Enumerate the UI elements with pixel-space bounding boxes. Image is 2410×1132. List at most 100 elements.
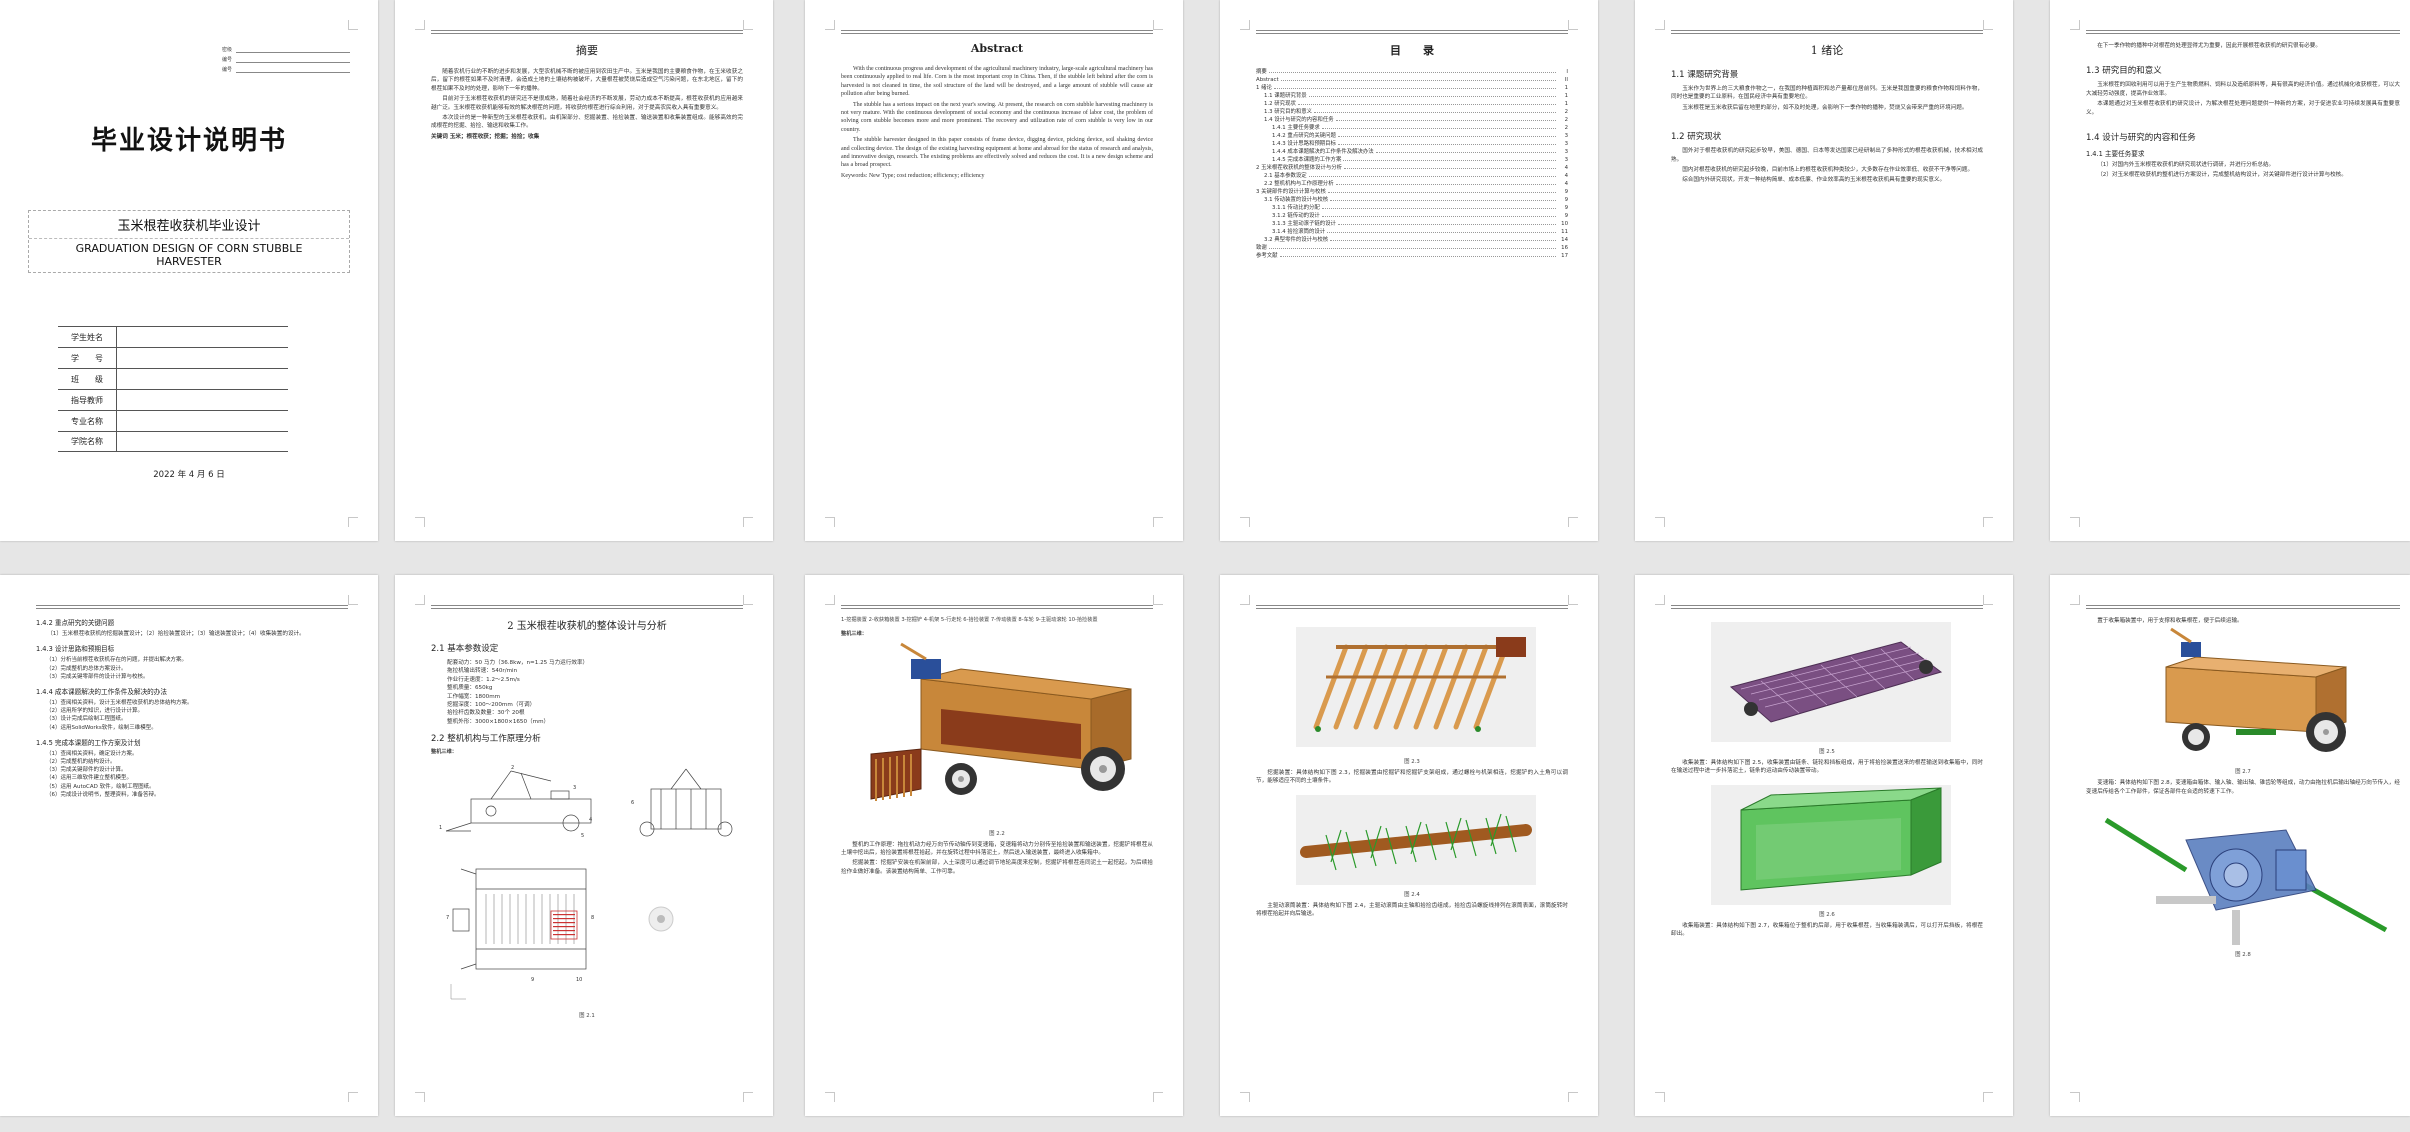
toc-entry[interactable]: 1.4 设计与研究的内容和任务 2 xyxy=(1256,116,1568,124)
toc-entry-label: 1.4 设计与研究的内容和任务 xyxy=(1264,117,1334,123)
page-abstract-cn: 摘要 随着农机行业的不断的进步和发展，大型农机械不断的被应用到农田生产中。玉米是… xyxy=(395,0,773,541)
collection-assembly-figure xyxy=(2165,628,2347,753)
p10-para: 主驱动滚筒装置：具体结构如下图 2.4，主驱动滚筒由主轴和拾捡齿组成，拾捡齿沿螺… xyxy=(1256,902,1568,918)
toc-leader-dots xyxy=(1321,124,1556,129)
toc-entry[interactable]: 2 玉米根茬收获机的整体设计与分析 4 xyxy=(1256,164,1568,172)
toc-entry[interactable]: 1.3 研究目的和意义 2 xyxy=(1256,108,1568,116)
label-3: 3 xyxy=(573,785,576,791)
toc-entry[interactable]: 3.1.1 传动比的分配 9 xyxy=(1256,204,1568,212)
cover-subtitle-en: GRADUATION DESIGN OF CORN STUBBLE HARVES… xyxy=(75,242,303,268)
p10-fig-caption-2: 图 2.4 xyxy=(1404,891,1420,898)
p6-para: 在下一季作物的播种中对根茬的处理显得尤为重要，因此开展根茬收获机的研究很有必要。 xyxy=(2097,43,2321,49)
p8-fig-label: 整机三维： xyxy=(431,749,457,756)
toc-entry[interactable]: 1.2 研究现状 1 xyxy=(1256,100,1568,108)
toc-entry[interactable]: 1.4.3 设计思路和预期目标 3 xyxy=(1256,140,1568,148)
page-overall-design: 2 玉米根茬收获机的整体设计与分析 2.1 基本参数设定 配套动力：50 马力（… xyxy=(395,575,773,1116)
toc-entry-label: 1.4.3 设计思路和预期目标 xyxy=(1272,141,1336,147)
toc-entry[interactable]: Abstract II xyxy=(1256,76,1568,84)
toc-entry-page: 1 xyxy=(1564,101,1568,107)
toc-entry-page: 9 xyxy=(1564,213,1568,219)
toc-leader-dots xyxy=(1321,212,1556,217)
p7-h145: 1.4.5 完成本课题的工作方案及计划 xyxy=(36,738,141,747)
drive-roller-figure xyxy=(1296,794,1536,885)
toc-entry-page: 11 xyxy=(1561,229,1568,235)
toc-entry-label: 3.1.3 主驱动滚子链的设计 xyxy=(1272,221,1336,227)
page-components-1: 图 2.3 挖掘装置：具体结构如下图 2.3，挖掘装置由挖掘铲和挖掘铲支架组成，… xyxy=(1220,575,1598,1116)
label-5: 5 xyxy=(581,833,584,839)
page-key-problems: 1.4.2 重点研究的关键问题 （1）玉米根茬收获机的挖掘装置设计；（2）拾捡装… xyxy=(0,575,378,1116)
toc-entry-label: 1.4.1 主要任务要求 xyxy=(1272,125,1320,131)
intro-para: 玉米作为世界上的三大粮食作物之一，在我国的种植面积和总产量都位居前列。玉米是我国… xyxy=(1671,86,1983,101)
abstract-cn-keywords: 关键词 玉米；根茬收获；挖掘；拾捡；收集 xyxy=(431,133,540,140)
toc-entry-page: 4 xyxy=(1564,173,1568,179)
p8-spec: 作业行走速度：1.2～2.5m/s xyxy=(447,676,520,683)
page-components-3: 置于收集箱装置中，用于支撑和收集根茬，便于后续运输。 图 2.7 变速箱：具体结… xyxy=(2050,575,2410,1116)
toc-entry-page: II xyxy=(1564,77,1568,83)
toc-entry[interactable]: 3.1.4 拾捡滚筒的设计 11 xyxy=(1256,228,1568,236)
p12-fig-caption-1: 图 2.7 xyxy=(2235,769,2251,776)
toc-entry-page: 3 xyxy=(1564,157,1568,163)
toc-leader-dots xyxy=(1268,68,1556,73)
cover-date: 2022 年 4 月 6 日 xyxy=(153,470,225,480)
toc-entry-page: 3 xyxy=(1564,149,1568,155)
p9-para: 挖掘装置：挖掘铲安装在机架前部，入土深度可以通过调节地轮高度来控制，挖掘铲将根茬… xyxy=(841,860,1153,875)
toc-entry-label: 3.1.4 拾捡滚筒的设计 xyxy=(1272,229,1326,235)
toc-entry[interactable]: 3.1 传动装置的设计与校核 9 xyxy=(1256,196,1568,204)
toc-entry[interactable]: 摘要 I xyxy=(1256,68,1568,76)
toc-leader-dots xyxy=(1279,252,1556,257)
toc-entry[interactable]: 2.2 整机机构与工作原理分析 4 xyxy=(1256,180,1568,188)
toc-leader-dots xyxy=(1337,140,1556,145)
toc-leader-dots xyxy=(1335,180,1556,185)
toc-entry-label: 3.1.2 链传动的设计 xyxy=(1272,213,1320,219)
toc-entry-page: 4 xyxy=(1564,165,1568,171)
toc-entry[interactable]: 1.4.1 主要任务要求 2 xyxy=(1256,124,1568,132)
toc-entry[interactable]: 1.4.4 成本课题解决的工作条件及解决办法 3 xyxy=(1256,148,1568,156)
toc-entry[interactable]: 3.1.3 主驱动滚子链的设计 10 xyxy=(1256,220,1568,228)
toc-entry[interactable]: 1 绪论 1 xyxy=(1256,84,1568,92)
p6-s13: 1.3 研究目的和意义 xyxy=(2086,66,2162,77)
page-components-2: 图 2.5 收集装置：具体结构如下图 2.5，收集装置由链条、链轮和挡板组成，用… xyxy=(1635,575,2013,1116)
cover-field-row: 学 号 xyxy=(58,347,288,369)
p7-list-item: （4）运用三维软件建立整机模型。 xyxy=(46,775,133,782)
intro-s12: 1.2 研究现状 xyxy=(1671,132,1722,143)
toc-leader-dots xyxy=(1327,228,1556,233)
toc-entry[interactable]: 1.4.5 完成本课题的工作方案 3 xyxy=(1256,156,1568,164)
p7-list-item: （1）查阅相关资料，设计玉米根茬收获机的总体结构方案。 xyxy=(46,700,193,707)
label-10: 10 xyxy=(576,977,582,983)
toc-entry[interactable]: 3.1.2 链传动的设计 9 xyxy=(1256,212,1568,220)
cover-field-row: 专业名称 xyxy=(58,410,288,432)
toc-entry-page: 9 xyxy=(1564,205,1568,211)
digging-device-figure xyxy=(1296,627,1536,747)
toc-entry[interactable]: 1.4.2 重点研究的关键问题 3 xyxy=(1256,132,1568,140)
toc-entry[interactable]: 参考文献 17 xyxy=(1256,252,1568,260)
cover-field-row: 指导教师 xyxy=(58,389,288,411)
p8-spec: 工作幅宽：1800mm xyxy=(447,693,501,700)
cover-field-row: 学生姓名 xyxy=(58,326,288,348)
toc-leader-dots xyxy=(1327,188,1556,193)
toc-entry-label: 1.3 研究目的和意义 xyxy=(1264,109,1313,115)
toc-entry[interactable]: 3 关键部件的设计计算与校核 9 xyxy=(1256,188,1568,196)
toc-entry-label: 1.1 课题研究背景 xyxy=(1264,93,1307,99)
cover-subtitle-cn: 玉米根茬收获机毕业设计 xyxy=(29,215,349,239)
cover-subtitle-box: 玉米根茬收获机毕业设计 GRADUATION DESIGN OF CORN ST… xyxy=(28,210,350,273)
toc-entry-page: 2 xyxy=(1564,125,1568,131)
toc-entry-label: 摘要 xyxy=(1256,69,1267,75)
label-2: 2 xyxy=(511,765,514,771)
p7-list-item: （6）完成设计说明书，整理资料，准备答辩。 xyxy=(46,791,160,798)
p8-title: 2 玉米根茬收获机的整体设计与分析 xyxy=(507,621,667,632)
p7-list-item: （4）运用SolidWorks软件，绘制三维模型。 xyxy=(46,724,157,731)
crop-mark xyxy=(348,517,358,527)
label-1: 1 xyxy=(439,825,442,831)
toc-entry[interactable]: 2.1 基本参数设定 4 xyxy=(1256,172,1568,180)
toc-entry[interactable]: 致谢 16 xyxy=(1256,244,1568,252)
toc-entry-label: 3.1.1 传动比的分配 xyxy=(1272,205,1320,211)
toc-entry-page: 14 xyxy=(1561,237,1568,243)
toc-entry-label: 1.4.5 完成本课题的工作方案 xyxy=(1272,157,1342,163)
toc-entry[interactable]: 3.2 典型零件的设计与校核 14 xyxy=(1256,236,1568,244)
page-abstract-en: Abstract With the continuous progress an… xyxy=(805,0,1183,541)
toc-entry[interactable]: 1.1 课题研究背景 1 xyxy=(1256,92,1568,100)
p8-spec: 挖掘深度：100～200mm（可调） xyxy=(447,702,536,709)
toc-leader-dots xyxy=(1308,92,1556,97)
abstract-en-title: Abstract xyxy=(970,42,1024,55)
toc-leader-dots xyxy=(1314,108,1556,113)
